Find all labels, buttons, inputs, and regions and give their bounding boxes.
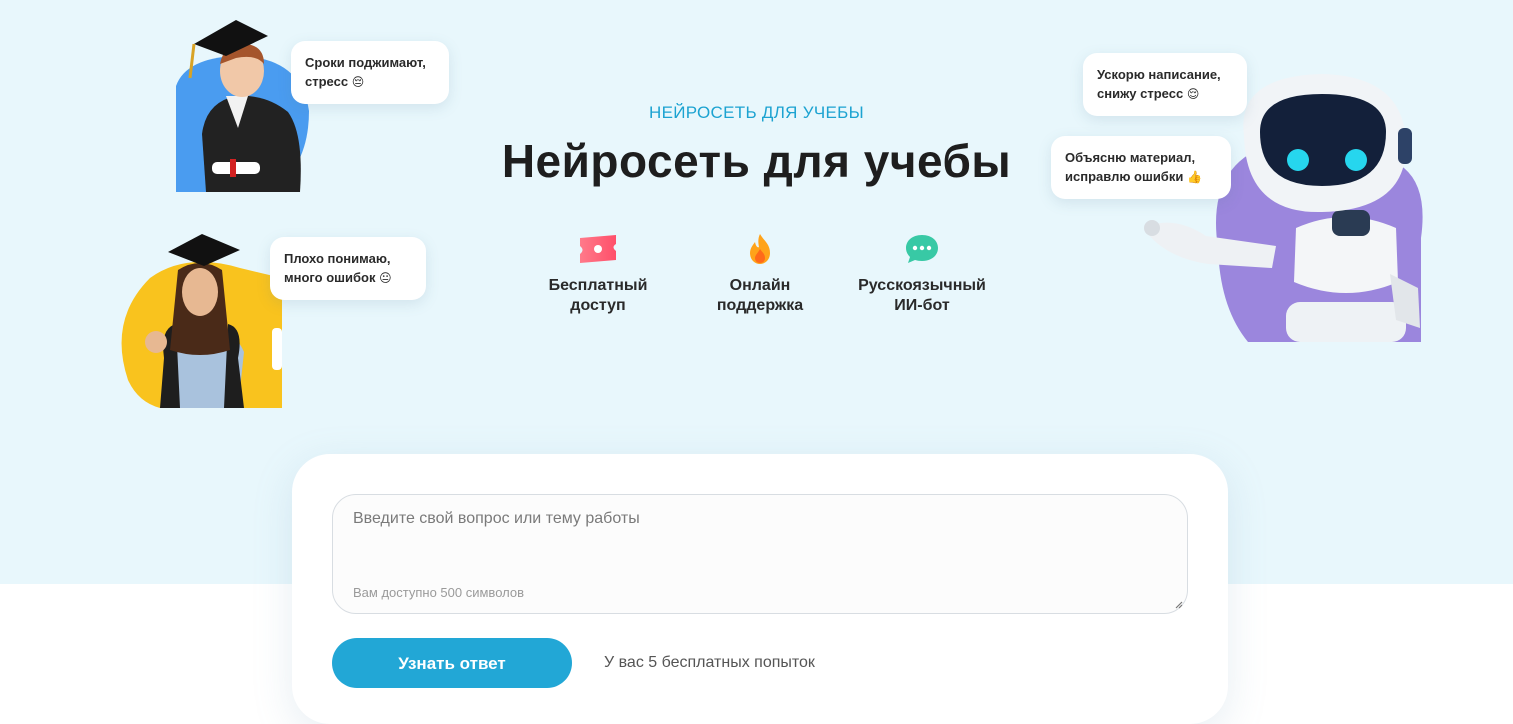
feature-russian-bot: Русскоязычный ИИ-бот [842, 232, 1002, 316]
student-boy-avatar [176, 20, 309, 192]
bubble-text: Плохо понимаю, [284, 251, 391, 266]
speech-bubble-robot1: Ускорю написание, снижу стресс 😌 [1083, 53, 1247, 116]
bubble-text: Объясню материал, [1065, 150, 1196, 165]
char-limit-text: Вам доступно 500 символов [353, 585, 524, 600]
ticket-icon [580, 235, 616, 263]
thumbs-up-emoji-icon: 👍 [1186, 170, 1202, 184]
neutral-emoji-icon: 😐 [379, 271, 392, 285]
chat-icon [906, 235, 938, 263]
fire-icon [750, 234, 770, 264]
student-girl-avatar [121, 234, 282, 408]
bubble-text: исправлю ошибки [1065, 169, 1184, 184]
bubble-text: снижу стресс [1097, 86, 1184, 101]
free-attempts-text: У вас 5 бесплатных попыток [604, 654, 815, 671]
feature-label: Бесплатный [548, 277, 648, 294]
feature-label: ИИ-бот [894, 297, 950, 314]
bubble-text: стресс [305, 74, 349, 89]
bubble-text: Ускорю написание, [1097, 67, 1221, 82]
question-placeholder: Введите свой вопрос или тему работы [353, 510, 640, 527]
feature-label: Русскоязычный [858, 277, 986, 294]
sad-emoji-icon: 😔 [351, 75, 365, 89]
feature-label: Онлайн [729, 277, 791, 294]
bubble-text: Сроки поджимают, [305, 55, 426, 70]
bubble-text: много ошибок [284, 270, 376, 285]
speech-bubble-robot2: Объясню материал, исправлю ошибки 👍 [1051, 136, 1231, 199]
resize-grip-icon[interactable] [1173, 599, 1183, 609]
submit-answer-button[interactable]: Узнать ответ [332, 638, 572, 688]
feature-label: доступ [570, 297, 626, 314]
feature-online-support: Онлайн поддержка [680, 232, 840, 316]
speech-bubble-student1: Сроки поджимают, стресс 😔 [291, 41, 449, 104]
feature-free-access: Бесплатный доступ [518, 232, 678, 316]
feature-label: поддержка [716, 297, 804, 314]
question-textarea[interactable]: Введите свой вопрос или тему работы Вам … [332, 494, 1188, 614]
relieved-emoji-icon: 😌 [1186, 87, 1200, 101]
speech-bubble-student2: Плохо понимаю, много ошибок 😐 [270, 237, 426, 300]
